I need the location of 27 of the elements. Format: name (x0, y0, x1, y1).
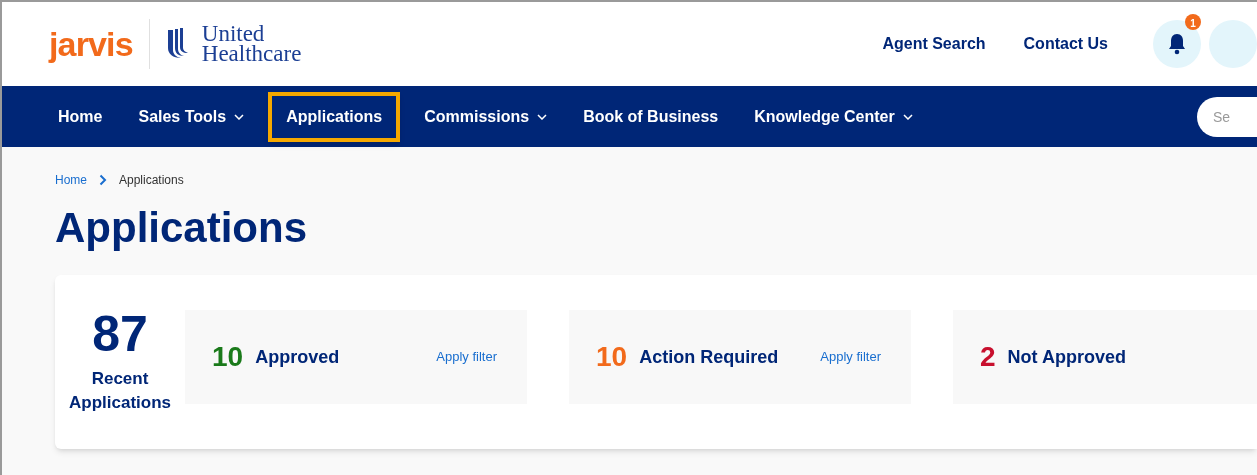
nav-item[interactable]: Home (46, 91, 115, 142)
stat-count: 2 (980, 340, 996, 374)
nav-item[interactable]: Sales Tools (126, 91, 257, 142)
bell-icon (1167, 33, 1187, 55)
apply-filter-link[interactable]: Apply filter (820, 347, 881, 367)
nav-item[interactable]: Knowledge Center (742, 91, 925, 142)
notification-button[interactable] (1153, 20, 1201, 68)
partner-logo-text: United Healthcare (201, 24, 302, 64)
header-link[interactable]: Contact Us (1023, 32, 1108, 56)
header-link[interactable]: Agent Search (882, 32, 986, 56)
stat-count: 10 (596, 340, 628, 374)
stat-count: 10 (212, 340, 244, 374)
stat-label: Approved (255, 345, 340, 369)
total-label: Recent Applications (68, 368, 172, 414)
page-title: Applications (55, 207, 309, 249)
total-count: 87 (92, 309, 148, 359)
search-field[interactable]: Se (1197, 96, 1257, 137)
apply-filter-link[interactable]: Apply filter (436, 347, 497, 367)
breadcrumb-link[interactable]: Home (55, 171, 87, 189)
stat-label: Not Approved (1007, 345, 1126, 369)
notification-badge: 1 (1185, 14, 1201, 30)
nav-item[interactable]: Applications (268, 91, 401, 142)
nav-item[interactable]: Book of Business (571, 91, 731, 142)
stat-label: Action Required (639, 345, 779, 369)
breadcrumb-current: Applications (119, 172, 184, 189)
chevron-right-icon (99, 174, 107, 186)
nav-item[interactable]: Commissions (412, 91, 560, 142)
